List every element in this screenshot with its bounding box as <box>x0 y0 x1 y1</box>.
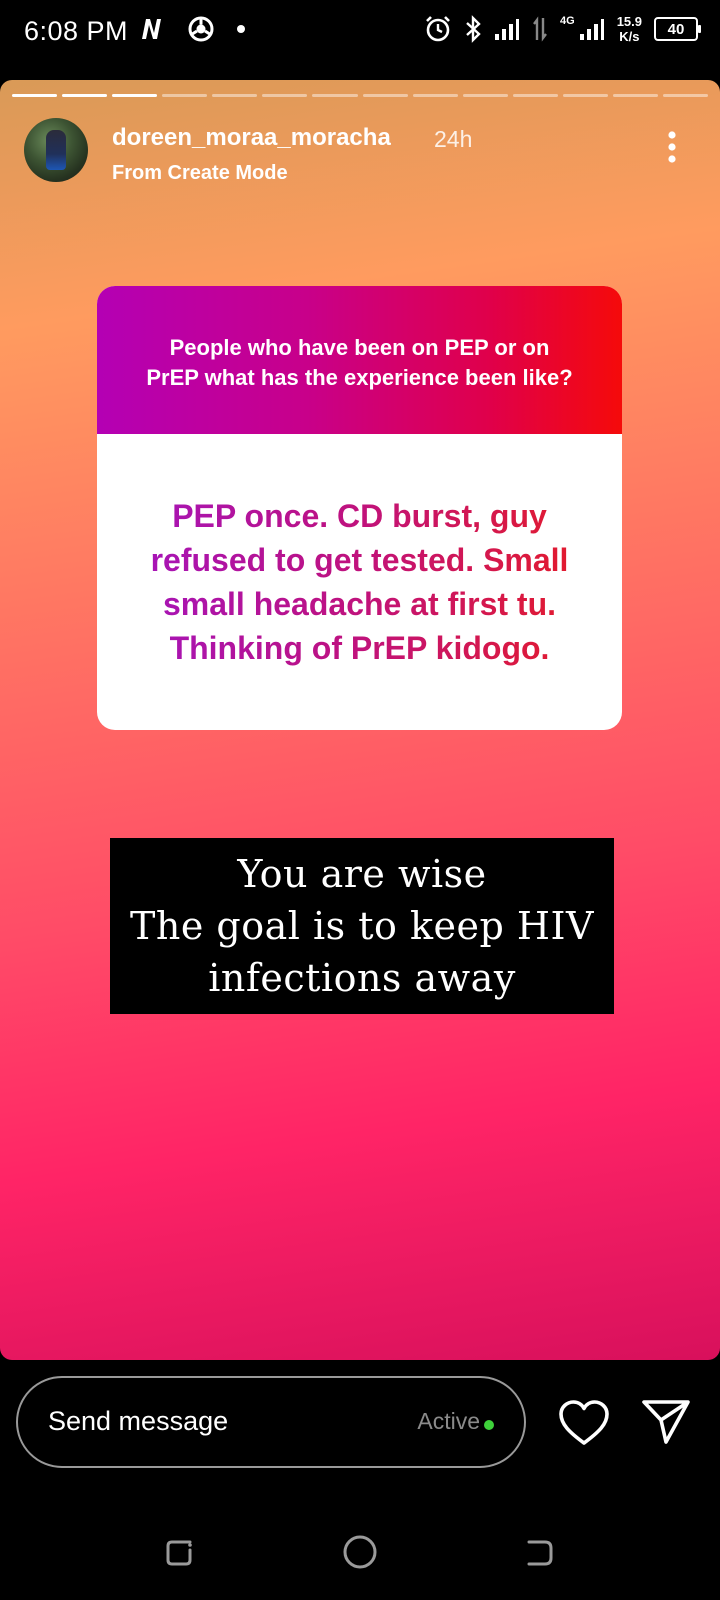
caption-line: You are wise <box>237 852 487 896</box>
story-progress-segment <box>412 94 458 97</box>
battery-icon: 40 <box>654 17 701 41</box>
chrome-icon <box>188 16 214 42</box>
battery-level: 40 <box>667 20 685 38</box>
network-type: 4G <box>560 15 575 27</box>
reply-caption: You are wise The goal is to keep HIV inf… <box>110 838 614 1014</box>
paper-plane-icon <box>642 1400 690 1444</box>
alarm-icon <box>426 16 450 42</box>
story-subtitle: From Create Mode <box>112 162 288 184</box>
answer-body: PEP once. CD burst, guy refused to get t… <box>97 434 622 730</box>
active-status-dot <box>484 1420 494 1430</box>
status-right-icons: 4G 15.9 K/s 40 <box>424 14 701 44</box>
more-options-button[interactable] <box>650 124 694 170</box>
signal-icon <box>579 19 604 40</box>
recent-apps-button[interactable] <box>158 1530 202 1574</box>
data-transfer-icon <box>533 16 547 42</box>
story-progress-segment <box>612 94 659 97</box>
post-time: 24h <box>434 126 473 152</box>
story-progress-segment <box>663 94 709 97</box>
status-time: 6:08 PM <box>24 16 129 46</box>
story-progress-segment <box>12 94 58 97</box>
back-button[interactable] <box>517 1530 561 1574</box>
caption-line: infections away <box>208 956 516 1000</box>
back-icon <box>527 1540 553 1566</box>
speed-unit: K/s <box>619 29 640 44</box>
story-progress-segment <box>512 94 558 97</box>
story-progress-segment <box>562 94 608 97</box>
question-header: People who have been on PEP or on PrEP w… <box>97 286 622 434</box>
story-progress-segment <box>312 94 358 97</box>
status-bar: 6:08 PM 4G 15.9 K/s 40 <box>0 0 720 66</box>
more-vertical-icon <box>668 131 676 163</box>
share-button[interactable] <box>640 1396 692 1446</box>
active-status-label: Active <box>417 1408 480 1434</box>
like-button[interactable] <box>557 1398 611 1448</box>
network-speed: 15.9 K/s <box>617 14 642 44</box>
question-text: People who have been on PEP or on PrEP w… <box>146 335 573 390</box>
home-icon <box>343 1535 377 1569</box>
signal-icon <box>495 19 519 40</box>
avatar[interactable] <box>24 118 88 182</box>
question-sticker[interactable]: People who have been on PEP or on PrEP w… <box>97 286 622 730</box>
send-message-input[interactable]: Send message Active <box>16 1376 526 1468</box>
home-button[interactable] <box>338 1530 382 1574</box>
netflix-icon <box>142 19 161 39</box>
send-message-placeholder: Send message <box>48 1406 229 1436</box>
story-progress-bar <box>12 94 709 97</box>
story-progress-segment <box>362 94 408 97</box>
story-progress-segment <box>112 94 158 97</box>
answer-text: PEP once. CD burst, guy refused to get t… <box>141 494 578 670</box>
story-progress-segment <box>62 94 108 97</box>
speed-value: 15.9 <box>616 14 642 29</box>
bluetooth-icon <box>466 15 481 43</box>
story-progress-segment <box>462 94 508 97</box>
caption-line: The goal is to keep HIV <box>130 904 594 948</box>
story-card[interactable]: doreen_moraa_moracha 24h From Create Mod… <box>0 80 720 1360</box>
notification-dot-icon <box>237 25 245 33</box>
avatar-photo <box>46 130 66 170</box>
username[interactable]: doreen_moraa_moracha <box>112 124 391 152</box>
heart-icon <box>559 1400 609 1445</box>
story-progress-segment <box>162 94 208 97</box>
story-progress-segment <box>212 94 258 97</box>
recent-apps-icon <box>166 1540 192 1566</box>
story-screen: 6:08 PM 4G 15.9 K/s 40 doreen_moraa_mora… <box>0 0 720 1600</box>
story-progress-segment <box>262 94 308 97</box>
status-left-icons <box>140 16 246 42</box>
